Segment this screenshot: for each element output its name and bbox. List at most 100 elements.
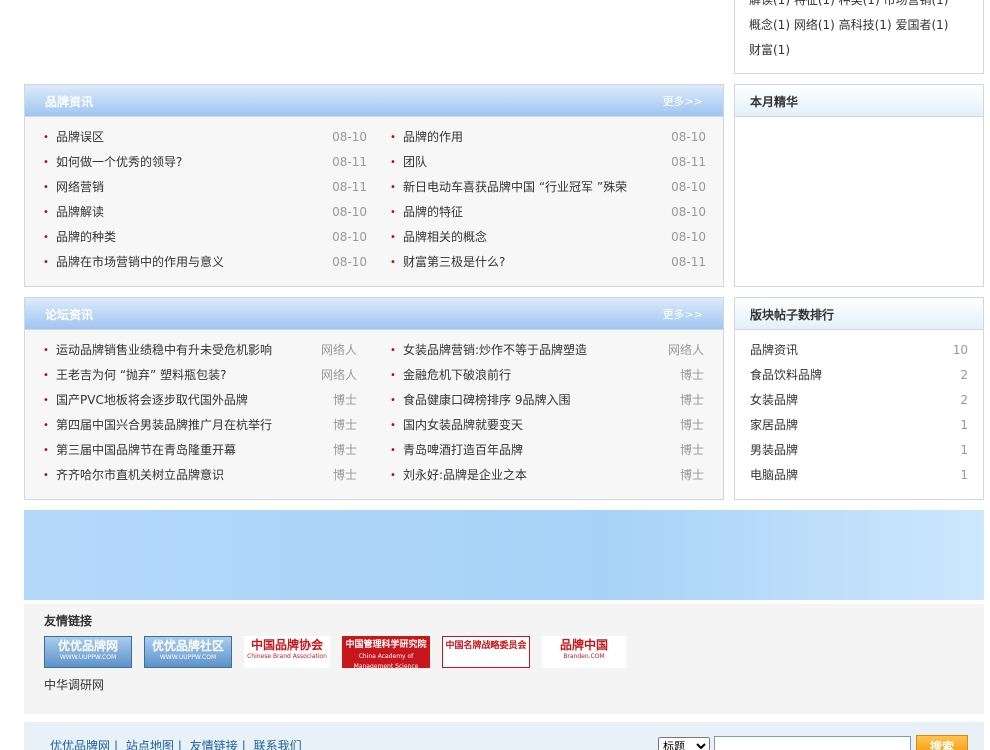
bullet-icon: • (390, 157, 396, 168)
item-meta: 博士 (332, 443, 357, 457)
friend-logo[interactable]: 优优品牌社区 WWW.UUPPW.COM (144, 636, 232, 668)
bullet-icon: • (390, 420, 396, 431)
friend-logo-text: 中国名牌战略委员会 (445, 641, 527, 651)
friend-logo[interactable]: 中国管理科学研究院 China Academy of Management Sci… (342, 636, 430, 668)
item-meta: 博士 (332, 393, 357, 407)
bullet-icon: • (390, 445, 396, 456)
bullet-icon: • (390, 182, 396, 193)
item-title[interactable]: 第三届中国品牌节在青岛隆重开幕 (56, 438, 311, 463)
bullet-icon: • (390, 132, 396, 143)
ranking-item: 食品饮料品牌 2 (735, 363, 983, 388)
footer-link-home[interactable]: 优优品牌网 (50, 739, 110, 750)
item-title[interactable]: 网络营销 (56, 175, 321, 200)
ranking-count: 1 (960, 468, 968, 482)
friend-logo[interactable]: 品牌中国 Branden.COM (542, 636, 626, 668)
tag-line-2[interactable]: 概念(1) 网络(1) 高科技(1) 爱国者(1) (749, 13, 948, 38)
ranking-name[interactable]: 女装品牌 (750, 388, 798, 413)
item-title[interactable]: 品牌的作用 (403, 125, 660, 150)
ranking-panel: 版块帖子数排行 品牌资讯 10 食品饮料品牌 2 女装品牌 2 家居品牌 1 男装品牌 1 电脑品牌… (734, 297, 984, 500)
forum-news-item: • 王老吉为何 “抛弃” 塑料瓶包装? 网络人 (43, 363, 357, 388)
brand-news-item: • 品牌误区 08-10 (43, 125, 367, 150)
ranking-count: 10 (952, 343, 968, 357)
item-meta: 博士 (332, 468, 357, 482)
bullet-icon: • (43, 345, 49, 356)
item-title[interactable]: 齐齐哈尔市直机关树立品牌意识 (56, 463, 311, 488)
item-meta: 08-10 (332, 205, 367, 219)
ranking-name[interactable]: 食品饮料品牌 (750, 363, 822, 388)
bullet-icon: • (43, 132, 49, 143)
friend-logo-text: 优优品牌社区 (151, 639, 224, 653)
item-title[interactable]: 品牌解读 (56, 200, 321, 225)
item-title[interactable]: 品牌在市场营销中的作用与意义 (56, 250, 321, 275)
item-title[interactable]: 国产PVC地板将会逐步取代国外品牌 (56, 388, 311, 413)
item-meta: 08-10 (671, 180, 706, 194)
ranking-name[interactable]: 家居品牌 (750, 413, 798, 438)
item-title[interactable]: 团队 (403, 150, 660, 175)
friend-logo-text: 优优品牌网 (57, 639, 118, 653)
friend-logo-subtext: Chinese Brand Association (247, 653, 327, 660)
friend-links-title: 友情链接 (44, 614, 93, 628)
forum-news-item: • 齐齐哈尔市直机关树立品牌意识 博士 (43, 463, 357, 488)
item-meta: 08-10 (671, 130, 706, 144)
tag-line-1[interactable]: 解读(1) 特征(1) 种类(1) 市场营销(1) (749, 0, 948, 13)
item-title[interactable]: 如何做一个优秀的领导? (56, 150, 321, 175)
search-input[interactable] (714, 736, 911, 750)
ranking-count: 2 (960, 393, 968, 407)
bullet-icon: • (390, 370, 396, 381)
footer-link-sitemap[interactable]: 站点地图 (126, 739, 174, 750)
brand-news-item: • 品牌的作用 08-10 (390, 125, 706, 150)
monthly-header: 本月精华 (735, 85, 983, 117)
friend-logo[interactable]: 中国品牌协会 Chinese Brand Association (244, 636, 330, 668)
friend-logo-text: 品牌中国 (559, 638, 608, 652)
friend-logo[interactable]: 优优品牌网 WWW.UUPPW.COM (44, 636, 132, 668)
bullet-icon: • (390, 207, 396, 218)
ranking-name[interactable]: 男装品牌 (750, 438, 798, 463)
item-title[interactable]: 青岛啤酒打造百年品牌 (403, 438, 658, 463)
brand-news-item: • 品牌相关的概念 08-10 (390, 225, 706, 250)
forum-news-item: • 青岛啤酒打造百年品牌 博士 (390, 438, 704, 463)
item-meta: 08-10 (671, 205, 706, 219)
item-title[interactable]: 财富第三极是什么? (403, 250, 660, 275)
tag-line-3[interactable]: 财富(1) (749, 38, 790, 63)
item-title[interactable]: 品牌的种类 (56, 225, 321, 250)
footer-link-friends[interactable]: 友情链接 (190, 739, 238, 750)
forum-news-item: • 第三届中国品牌节在青岛隆重开幕 博士 (43, 438, 357, 463)
item-title[interactable]: 品牌相关的概念 (403, 225, 660, 250)
friend-logo[interactable]: 中国名牌战略委员会 (442, 636, 530, 668)
item-title[interactable]: 第四届中国兴合男装品牌推广月在杭举行 (56, 413, 311, 438)
item-title[interactable]: 运动品牌销售业绩稳中有升未受危机影响 (56, 338, 311, 363)
search-button[interactable]: 搜索 (916, 735, 968, 750)
item-title[interactable]: 女装品牌营销:炒作不等于品牌塑造 (403, 338, 658, 363)
bullet-icon: • (43, 420, 49, 431)
item-meta: 网络人 (320, 368, 357, 382)
forum-news-item: • 运动品牌销售业绩稳中有升未受危机影响 网络人 (43, 338, 357, 363)
ranking-header: 版块帖子数排行 (735, 298, 983, 330)
ranking-name[interactable]: 电脑品牌 (750, 463, 798, 488)
bullet-icon: • (390, 232, 396, 243)
forum-news-panel: 论坛资讯 更多>> • 运动品牌销售业绩稳中有升未受危机影响 网络人 • 王老吉为何 “… (24, 297, 724, 500)
forum-news-item: • 刘永好:品牌是企业之本 博士 (390, 463, 704, 488)
forum-news-item: • 国内女装品牌就要变天 博士 (390, 413, 704, 438)
item-meta: 网络人 (320, 343, 357, 357)
item-title[interactable]: 品牌的特征 (403, 200, 660, 225)
item-title[interactable]: 食品健康口碑榜排序 9品牌入围 (403, 388, 658, 413)
ranking-count: 2 (960, 368, 968, 382)
ranking-item: 家居品牌 1 (735, 413, 983, 438)
item-title[interactable]: 王老吉为何 “抛弃” 塑料瓶包装? (56, 363, 311, 388)
item-title[interactable]: 刘永好:品牌是企业之本 (403, 463, 658, 488)
item-title[interactable]: 新日电动车喜获品牌中国 “行业冠军 ”殊荣 (403, 175, 660, 200)
footer-link-contact[interactable]: 联系我们 (254, 739, 302, 750)
forum-news-title: 论坛资讯 (45, 308, 94, 322)
ranking-name[interactable]: 品牌资讯 (750, 338, 798, 363)
bullet-icon: • (43, 445, 49, 456)
bullet-icon: • (43, 257, 49, 268)
item-title[interactable]: 国内女装品牌就要变天 (403, 413, 658, 438)
bullet-icon: • (43, 182, 49, 193)
friend-text-link[interactable]: 中华调研网 (44, 676, 104, 693)
brand-news-more-link[interactable]: 更多>> (663, 93, 703, 109)
item-title[interactable]: 金融危机下破浪前行 (403, 363, 658, 388)
item-title[interactable]: 品牌误区 (56, 125, 321, 150)
forum-news-more-link[interactable]: 更多>> (663, 306, 703, 322)
item-meta: 08-10 (332, 230, 367, 244)
search-scope-select[interactable]: 标题 (658, 737, 710, 750)
